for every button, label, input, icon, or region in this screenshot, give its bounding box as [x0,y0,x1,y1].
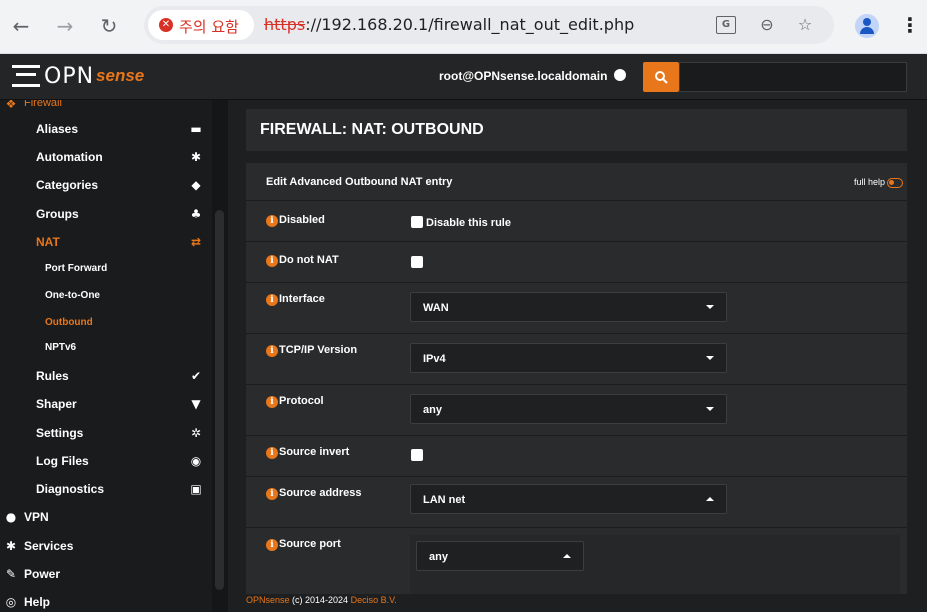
globe-icon: ● [5,510,17,524]
source-port-select[interactable]: any [416,541,584,571]
camera-icon: ▣ [190,482,202,496]
sidebar-item-nat[interactable]: NAT ⇄ [0,228,212,256]
chevron-up-icon [563,554,571,558]
info-icon[interactable]: i [266,294,278,306]
page-title-bar: FIREWALL: NAT: OUTBOUND [246,109,907,151]
ip-version-select[interactable]: IPv4 [410,343,727,373]
exchange-icon: ⇄ [190,235,202,249]
form-title: Edit Advanced Outbound NAT entry [266,176,453,188]
eye-icon: ◉ [190,454,202,468]
sidebar-item-port-forward[interactable]: Port Forward [0,255,212,283]
source-invert-checkbox[interactable] [411,449,423,461]
help-icon: ◎ [5,595,17,609]
row-source-invert: i Source invert [246,436,907,477]
translate-icon[interactable]: G [716,16,736,34]
footer-brand-link: OPNsense [246,595,290,605]
address-bar[interactable]: ✕ 주의 요함 https://192.168.20.1/firewall_na… [144,6,834,44]
zoom-icon[interactable]: ⊖ [756,15,778,35]
opnsense-logo[interactable]: OPN sense [12,63,144,89]
info-icon[interactable]: i [266,447,278,459]
source-port-panel: any [410,535,900,595]
url-text[interactable]: https://192.168.20.1/firewall_nat_out_ed… [264,15,634,34]
do-not-nat-checkbox[interactable] [411,256,423,268]
source-address-select[interactable]: LAN net [410,484,727,514]
security-label: 주의 요함 [179,18,239,36]
sidebar-item-log-files[interactable]: Log Files ◉ [0,447,212,475]
sidebar-item-services[interactable]: ✱ Services [0,532,212,560]
chevron-up-icon [706,497,714,501]
menu-kebab-icon[interactable]: ⋮ [900,13,920,39]
sidebar-item-diagnostics[interactable]: Diagnostics ▣ [0,475,212,503]
check-icon: ✔ [190,369,202,383]
filter-icon: ▼ [191,397,201,411]
interface-select[interactable]: WAN [410,292,727,322]
search-icon [655,71,668,84]
row-source-address: i Source address LAN net [246,477,907,528]
sidebar-item-outbound[interactable]: Outbound [0,309,212,337]
profile-avatar[interactable] [855,14,879,38]
toggle-icon [887,177,903,188]
footer-company-link: Deciso B.V. [350,595,397,605]
row-ip-version: i TCP/IP Version IPv4 [246,334,907,385]
sidebar-item-groups[interactable]: Groups ♣ [0,200,212,228]
back-icon[interactable]: ← [8,13,34,39]
chevron-down-icon [706,356,714,360]
cog-icon: ✱ [190,150,202,164]
sitemap-icon: ♣ [190,207,202,221]
sidebar-item-vpn[interactable]: ● VPN [0,503,212,531]
form-header: Edit Advanced Outbound NAT entry full he… [246,163,907,201]
page-title: FIREWALL: NAT: OUTBOUND [260,121,484,138]
user-label[interactable]: root@OPNsense.localdomain [439,69,607,83]
sidebar: ❖ Firewall Aliases ▬ Automation ✱ Catego… [0,100,228,612]
info-icon[interactable]: i [266,396,278,408]
info-icon[interactable]: i [266,539,278,551]
cog-icon: ✱ [5,539,17,553]
sidebar-item-rules[interactable]: Rules ✔ [0,362,212,390]
main-content: FIREWALL: NAT: OUTBOUND Edit Advanced Ou… [228,100,927,612]
sidebar-item-settings[interactable]: Settings ✲ [0,419,212,447]
forward-icon[interactable]: → [52,13,78,39]
sidebar-item-shaper[interactable]: Shaper ▼ [0,390,212,418]
full-help-toggle[interactable]: full help [854,177,903,188]
cogs-icon: ✲ [190,426,202,440]
star-icon[interactable]: ☆ [794,15,816,35]
sidebar-item-help[interactable]: ◎ Help [0,588,212,612]
sidebar-item-power[interactable]: ✎ Power [0,560,212,588]
row-disabled: i Disabled Disable this rule [246,201,907,242]
disabled-checkbox[interactable] [411,216,423,228]
info-icon[interactable]: i [266,255,278,267]
reload-icon[interactable]: ↻ [96,13,122,39]
sidebar-item-automation[interactable]: Automation ✱ [0,143,212,171]
nat-edit-form: Edit Advanced Outbound NAT entry full he… [246,163,907,612]
row-protocol: i Protocol any [246,385,907,436]
sidebar-scroll-thumb[interactable] [215,210,224,590]
info-icon[interactable]: i [266,215,278,227]
logo-mark-icon [12,65,40,87]
chevron-down-icon [706,305,714,309]
row-do-not-nat: i Do not NAT [246,242,907,283]
footer: OPNsense (c) 2014-2024 Deciso B.V. [246,594,907,612]
search-input[interactable] [679,62,907,92]
warning-icon: ✕ [159,18,173,32]
plug-icon: ✎ [5,567,17,581]
search-button[interactable] [643,62,679,92]
row-interface: i Interface WAN [246,283,907,334]
protocol-select[interactable]: any [410,394,727,424]
fire-icon: ❖ [5,100,17,111]
info-icon[interactable]: i [266,488,278,500]
chevron-down-icon [706,407,714,411]
sidebar-item-one-to-one[interactable]: One-to-One [0,282,212,310]
sidebar-item-nptv6[interactable]: NPTv6 [0,334,212,362]
tag-icon: ◆ [191,178,201,192]
security-chip[interactable]: ✕ 주의 요함 [148,10,254,40]
app-header: OPN sense root@OPNsense.localdomain [0,54,927,100]
browser-toolbar: ← → ↻ ✕ 주의 요함 https://192.168.20.1/firew… [0,0,927,54]
status-dot-icon [614,69,626,81]
info-icon[interactable]: i [266,345,278,357]
list-icon: ▬ [190,122,202,136]
sidebar-item-aliases[interactable]: Aliases ▬ [0,115,212,143]
sidebar-item-categories[interactable]: Categories ◆ [0,171,212,199]
